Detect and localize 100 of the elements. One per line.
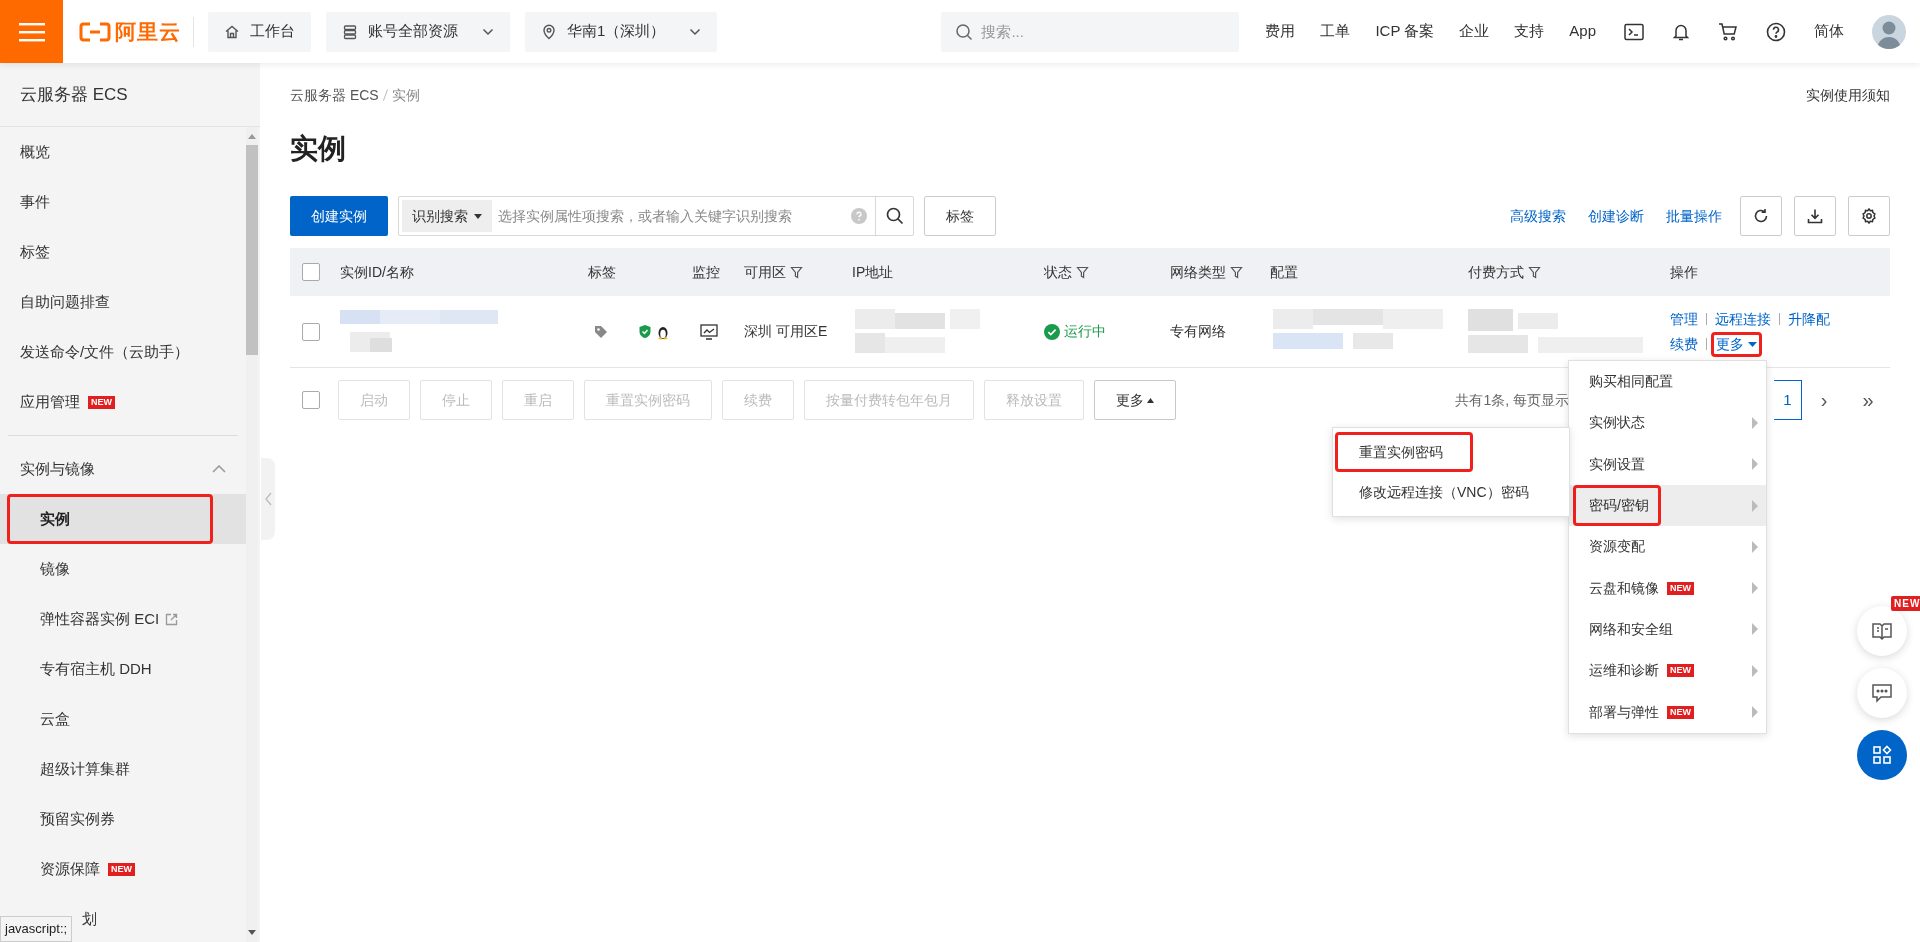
- sidebar-item[interactable]: 自助问题排查: [0, 277, 246, 327]
- tag-button[interactable]: 标签: [924, 196, 996, 236]
- nav-button[interactable]: 工作台: [208, 11, 311, 52]
- checkbox[interactable]: [302, 263, 320, 281]
- action-link[interactable]: 续费: [1670, 333, 1698, 355]
- filter-icon[interactable]: [1528, 265, 1541, 279]
- sidebar-item[interactable]: 云盒: [0, 694, 246, 744]
- apps-button[interactable]: [1857, 730, 1907, 780]
- top-link[interactable]: 企业: [1459, 20, 1490, 43]
- search-scope-dropdown[interactable]: 识别搜索: [402, 200, 492, 232]
- checkbox[interactable]: [302, 322, 320, 341]
- scrollbar[interactable]: [246, 127, 258, 942]
- nav-button[interactable]: 华南1（深圳）: [525, 11, 718, 52]
- more-link[interactable]: 更多: [1715, 333, 1758, 355]
- sidebar-item[interactable]: 标签: [0, 227, 246, 277]
- action-link[interactable]: 升降配: [1788, 308, 1830, 330]
- top-link[interactable]: App: [1569, 20, 1596, 43]
- settings-button[interactable]: [1848, 196, 1890, 236]
- terminal-button[interactable]: [1624, 22, 1644, 41]
- menu-item[interactable]: 重置实例密码: [1333, 432, 1569, 472]
- action-link[interactable]: 远程连接: [1715, 308, 1771, 330]
- column-header[interactable]: 状态: [1044, 261, 1089, 283]
- table-cell-text: 专有网络: [1169, 322, 1227, 341]
- checkbox[interactable]: [302, 391, 320, 409]
- sidebar-item[interactable]: 预留实例券: [0, 794, 246, 844]
- server-icon: [342, 23, 358, 40]
- page-button[interactable]: 1: [1774, 380, 1802, 420]
- action-link[interactable]: 管理: [1670, 308, 1698, 330]
- sidebar-item[interactable]: 发送命令/文件（云助手）: [0, 327, 246, 377]
- menu-item[interactable]: 资源变配: [1569, 526, 1766, 568]
- filter-icon[interactable]: [790, 265, 803, 279]
- column-header[interactable]: 操作: [1670, 261, 1698, 283]
- column-header[interactable]: 可用区: [744, 261, 803, 283]
- search-field[interactable]: 搜索...: [941, 11, 1240, 52]
- menu-item[interactable]: 云盘和镜像 NEW: [1569, 567, 1766, 609]
- column-header[interactable]: 付费方式: [1468, 261, 1541, 283]
- menu-item[interactable]: 部署与弹性 NEW: [1569, 691, 1766, 733]
- sidebar-item[interactable]: 资源保障 NEW: [0, 844, 246, 894]
- monitor-icon[interactable]: [700, 323, 718, 340]
- nav-button[interactable]: 账号全部资源: [326, 11, 510, 52]
- notice-link[interactable]: 实例使用须知: [1806, 84, 1890, 106]
- top-link[interactable]: 工单: [1320, 20, 1351, 43]
- create-button[interactable]: 创建实例: [290, 196, 388, 236]
- sidebar-item[interactable]: 超级计算集群: [0, 744, 246, 794]
- sidebar-item[interactable]: 实例: [0, 494, 246, 544]
- sidebar-item[interactable]: 事件: [0, 177, 246, 227]
- menu-item[interactable]: 修改远程连接（VNC）密码: [1333, 472, 1569, 512]
- sidebar-item[interactable]: 镜像: [0, 544, 246, 594]
- help-button[interactable]: [1766, 21, 1786, 42]
- menu-item[interactable]: 网络和安全组: [1569, 608, 1766, 651]
- submenu-arrow-icon: [1752, 623, 1758, 636]
- breadcrumb-link[interactable]: 实例: [391, 84, 420, 106]
- column-header[interactable]: 网络类型: [1170, 261, 1243, 283]
- menu-item[interactable]: 密码/密钥: [1569, 484, 1766, 527]
- search-input[interactable]: 选择实例属性项搜索，或者输入关键字识别搜索: [492, 197, 851, 235]
- filter-icon[interactable]: [1230, 265, 1243, 279]
- sidebar-item[interactable]: 应用管理 NEW: [0, 377, 246, 427]
- tag-icon[interactable]: [594, 324, 608, 339]
- breadcrumb-link[interactable]: 云服务器 ECS: [290, 84, 379, 106]
- menu-item[interactable]: 实例状态: [1569, 402, 1766, 444]
- top-link[interactable]: 支持: [1514, 20, 1545, 43]
- language-link[interactable]: 简体: [1814, 20, 1844, 43]
- shield-icon: [638, 324, 652, 339]
- search-bar[interactable]: 识别搜索 选择实例属性项搜索，或者输入关键字识别搜索: [398, 196, 914, 236]
- toolbar-link[interactable]: 批量操作: [1666, 205, 1722, 227]
- scroll-down-icon[interactable]: [248, 930, 256, 936]
- sidebar-collapse-handle[interactable]: [261, 458, 275, 540]
- cart-button[interactable]: [1718, 21, 1738, 42]
- top-link[interactable]: 费用: [1265, 20, 1296, 43]
- next-page-button[interactable]: ›: [1802, 380, 1846, 420]
- column-header[interactable]: 配置: [1270, 261, 1298, 283]
- avatar[interactable]: [1872, 14, 1906, 49]
- menu-button[interactable]: [0, 0, 63, 63]
- toolbar-link[interactable]: 创建诊断: [1588, 205, 1644, 227]
- column-header[interactable]: IP地址: [852, 261, 894, 283]
- refresh-button[interactable]: [1740, 196, 1782, 236]
- submenu-arrow-icon: [1752, 706, 1758, 718]
- last-page-button[interactable]: »: [1846, 380, 1890, 420]
- cart-icon: [1718, 21, 1738, 42]
- toolbar-link[interactable]: 高级搜索: [1510, 205, 1566, 227]
- guide-button[interactable]: [1857, 606, 1907, 656]
- sidebar-item[interactable]: 专有宿主机 DDH: [0, 644, 246, 694]
- sidebar-item[interactable]: 概览: [0, 127, 246, 177]
- sidebar-item[interactable]: 弹性容器实例 ECI: [0, 594, 246, 644]
- column-header[interactable]: 标签: [588, 261, 616, 283]
- new-badge: NEW: [88, 395, 115, 409]
- submenu-arrow-icon: [1752, 664, 1758, 677]
- chat-button[interactable]: [1857, 668, 1907, 718]
- column-header[interactable]: 监控: [692, 261, 720, 283]
- download-button[interactable]: [1794, 196, 1836, 236]
- submenu-arrow-icon: [1752, 416, 1758, 429]
- page-title: 实例: [290, 132, 347, 166]
- menu-item[interactable]: 运维和诊断 NEW: [1569, 650, 1766, 692]
- top-link[interactable]: ICP 备案: [1375, 20, 1435, 43]
- column-header[interactable]: 实例ID/名称: [340, 261, 414, 283]
- menu-item[interactable]: 购买相同配置: [1569, 361, 1766, 403]
- external-link-icon[interactable]: [165, 612, 179, 626]
- sidebar-group-header[interactable]: 实例与镜像: [0, 444, 246, 494]
- bulk-action-button[interactable]: 更多: [1094, 380, 1176, 420]
- filter-icon[interactable]: [1076, 265, 1089, 279]
